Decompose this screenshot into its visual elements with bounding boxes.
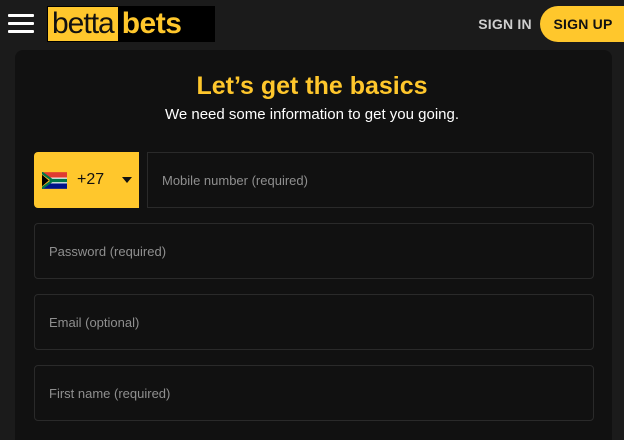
first-name-field[interactable] bbox=[34, 365, 594, 421]
sign-up-button[interactable]: SIGN UP bbox=[540, 6, 624, 42]
email-input[interactable] bbox=[49, 314, 593, 330]
form-title: Let’s get the basics bbox=[196, 72, 428, 100]
mobile-number-field[interactable] bbox=[147, 152, 594, 208]
form-subtitle: We need some information to get you goin… bbox=[164, 106, 460, 123]
logo-betta-text: betta bbox=[48, 7, 118, 41]
mobile-number-input[interactable] bbox=[162, 172, 593, 188]
menu-line bbox=[8, 22, 34, 25]
top-navigation-bar: betta bets SIGN IN SIGN UP bbox=[0, 0, 624, 50]
email-field[interactable] bbox=[34, 294, 594, 350]
caret-down-icon bbox=[122, 177, 132, 183]
menu-line bbox=[8, 14, 34, 17]
hamburger-menu-icon[interactable] bbox=[8, 12, 34, 34]
bettabets-logo[interactable]: betta bets bbox=[47, 6, 215, 42]
password-field[interactable] bbox=[34, 223, 594, 279]
menu-line bbox=[8, 30, 34, 33]
dial-code: +27 bbox=[77, 171, 105, 188]
south-africa-flag-icon bbox=[42, 171, 67, 189]
first-name-input[interactable] bbox=[49, 385, 593, 401]
country-code-selector[interactable]: +27 bbox=[34, 152, 139, 208]
password-input[interactable] bbox=[49, 243, 593, 259]
logo-bets-text: bets bbox=[121, 7, 182, 40]
sign-in-button[interactable]: SIGN IN bbox=[470, 9, 540, 39]
